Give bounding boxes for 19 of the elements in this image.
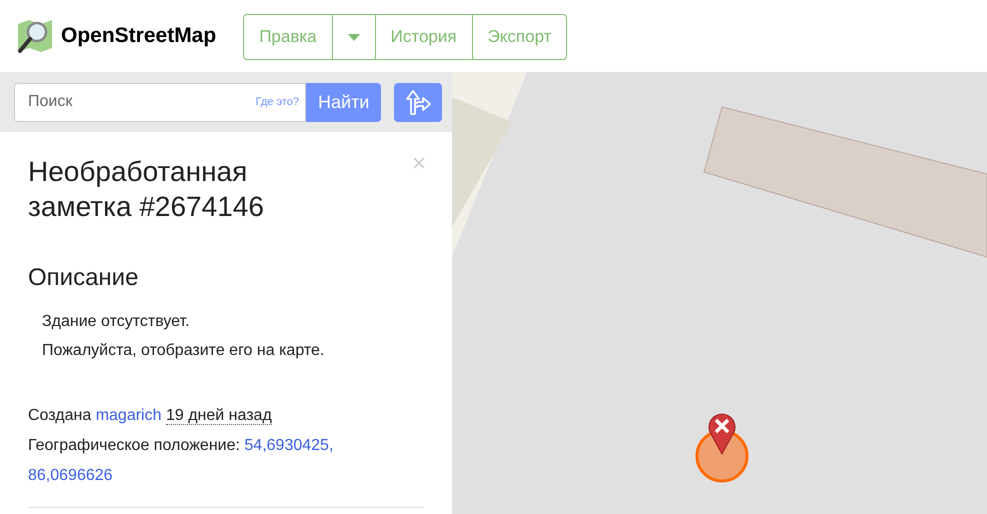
user-link[interactable]: magarich <box>96 406 162 424</box>
search-field[interactable]: Поиск Где это? <box>14 82 306 122</box>
description-text: Пожалуйста, отобразите его на карте. <box>42 340 326 361</box>
close-button[interactable]: × <box>412 152 426 176</box>
where-is-this-link[interactable]: Где это? <box>256 94 299 110</box>
section-heading: Описание <box>28 264 140 293</box>
note-title: Необработанная заметка #2674146 <box>28 155 265 224</box>
created-label: Создана <box>28 406 92 424</box>
search-button[interactable]: Найти <box>306 82 382 122</box>
location-label: Географическое положение: <box>28 436 240 454</box>
caret-icon <box>348 34 360 42</box>
directions-button[interactable] <box>394 82 442 122</box>
coordinates-link[interactable]: 54,6930425, <box>244 436 334 454</box>
nav-button[interactable]: Экспорт <box>472 15 566 59</box>
directions-icon <box>404 89 432 115</box>
site-title: OpenStreetMap <box>61 23 216 50</box>
timestamp: 19 дней назад <box>166 406 272 425</box>
coordinates-link[interactable]: 86,0696626 <box>28 466 113 484</box>
description-text: Здание отсутствует. <box>42 312 191 332</box>
